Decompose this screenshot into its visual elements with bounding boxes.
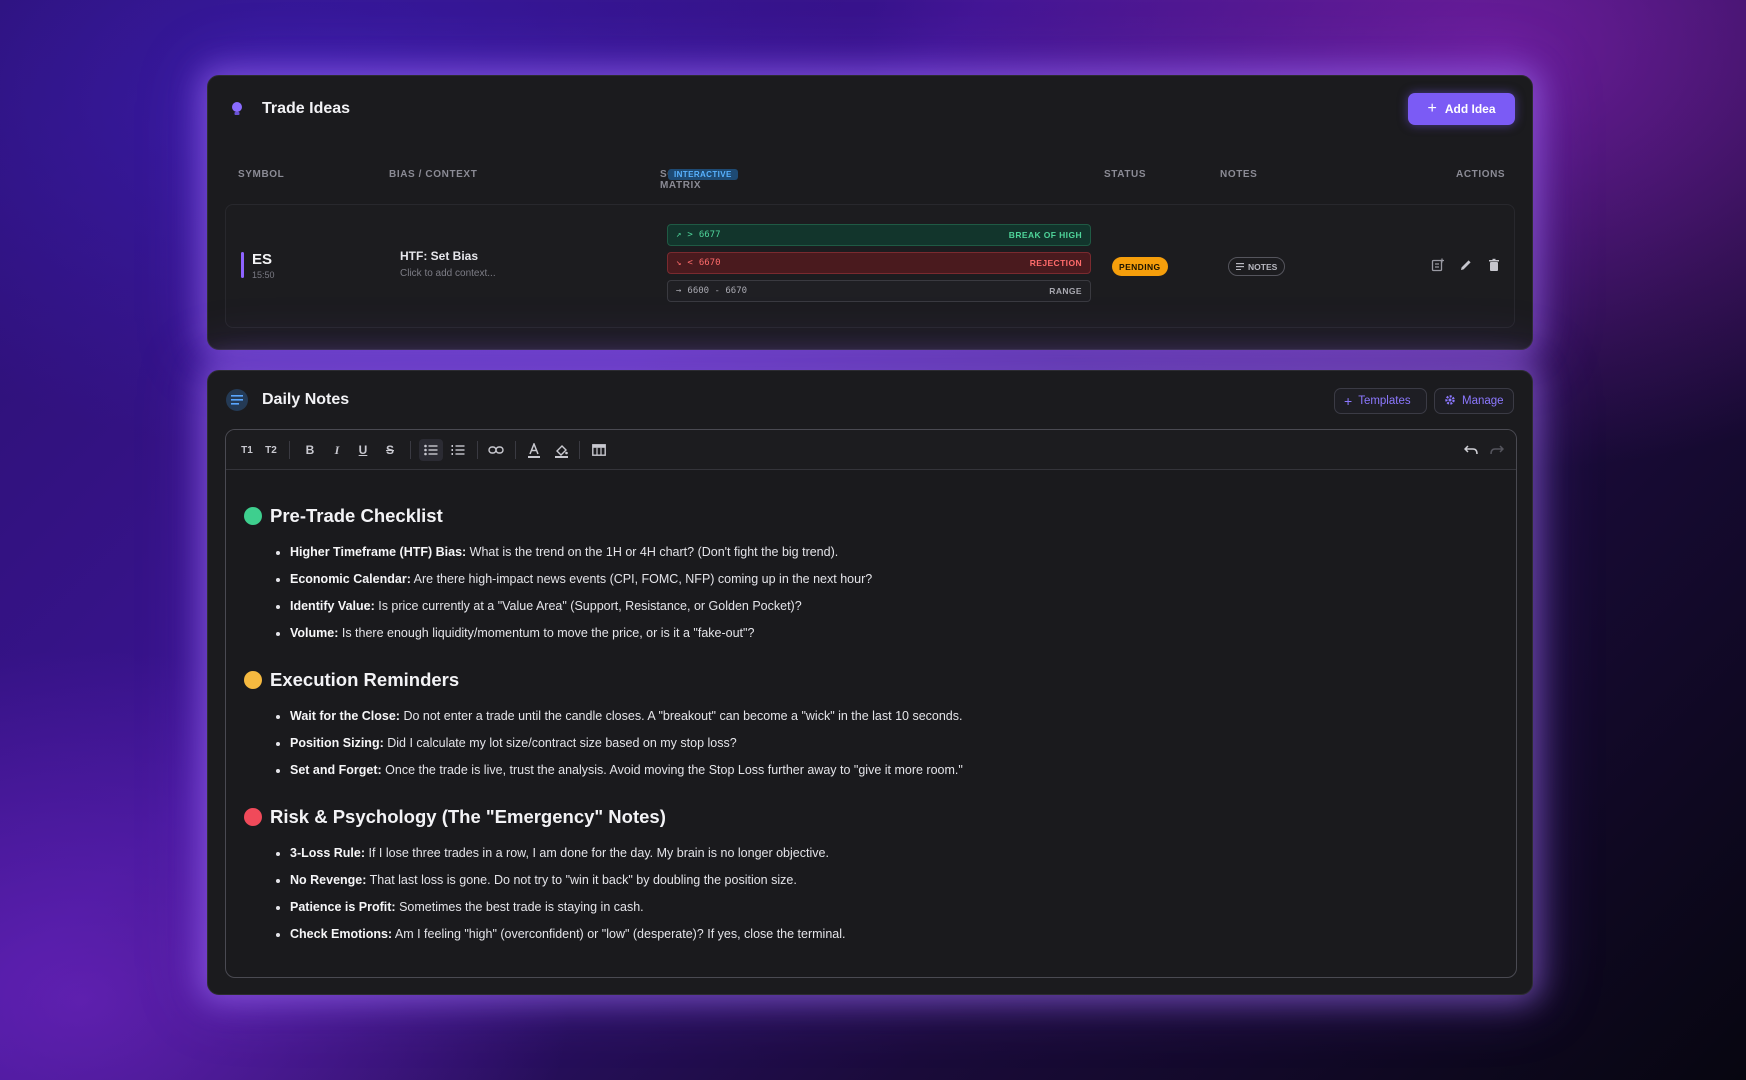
scenario-label: RANGE — [1049, 286, 1082, 296]
trade-ideas-panel: Trade Ideas + Add Idea SYMBOL BIAS / CON… — [207, 75, 1533, 350]
undo-icon[interactable] — [1460, 439, 1482, 461]
yellow-circle-icon — [244, 671, 262, 689]
notes-lines-icon — [1236, 262, 1244, 272]
status-badge[interactable]: PENDING — [1112, 257, 1168, 276]
bullet-list-icon[interactable] — [419, 439, 443, 461]
lightbulb-icon — [226, 98, 248, 120]
list-item: Volume: Is there enough liquidity/moment… — [290, 624, 872, 651]
trade-ideas-header: Trade Ideas — [226, 98, 350, 120]
scenario-value: 6600 - 6670 — [687, 286, 748, 296]
edit-pencil-icon[interactable] — [1459, 258, 1475, 274]
templates-button[interactable]: + Templates — [1334, 388, 1427, 414]
strikethrough-button[interactable]: S — [379, 439, 401, 461]
bias-title[interactable]: HTF: Set Bias — [400, 249, 478, 263]
section-heading: Risk & Psychology (The "Emergency" Notes… — [244, 806, 666, 828]
symbol-accent-bar — [241, 252, 244, 278]
toolbar-divider — [579, 441, 580, 459]
list-item: 3-Loss Rule: If I lose three trades in a… — [290, 844, 846, 871]
scenario-label: REJECTION — [1029, 258, 1082, 268]
section-heading-text: Risk & Psychology (The "Emergency" Notes… — [270, 806, 666, 827]
trade-ideas-title: Trade Ideas — [262, 100, 351, 117]
add-idea-button[interactable]: + Add Idea — [1408, 93, 1515, 125]
list-item: Set and Forget: Once the trade is live, … — [290, 761, 963, 788]
italic-button[interactable]: I — [326, 439, 348, 461]
rich-text-editor[interactable]: T1 T2 B I U S Pre-Trade Checklist • High… — [225, 429, 1517, 978]
col-actions: ACTIONS — [1456, 169, 1506, 180]
green-circle-icon — [244, 507, 262, 525]
daily-notes-header: Daily Notes — [226, 389, 349, 411]
section-heading: Execution Reminders — [244, 669, 459, 691]
editor-toolbar: T1 T2 B I U S — [226, 430, 1516, 470]
scenario-break-of-high[interactable]: ↗ > 6677 BREAK OF HIGH — [667, 224, 1091, 246]
trade-table-header: SYMBOL BIAS / CONTEXT SCENARIO MATRIXINT… — [208, 169, 1532, 191]
scenario-value: 6677 — [698, 230, 721, 240]
list-item: Higher Timeframe (HTF) Bias: What is the… — [290, 543, 872, 570]
bias-context-placeholder[interactable]: Click to add context... — [400, 268, 496, 279]
scenario-operator: > — [687, 230, 693, 240]
heading-2-button[interactable]: T2 — [260, 439, 282, 461]
list-item: Position Sizing: Did I calculate my lot … — [290, 734, 963, 761]
toolbar-divider — [515, 441, 516, 459]
col-notes: NOTES — [1220, 169, 1258, 180]
notes-button[interactable]: NOTES — [1228, 257, 1286, 276]
section-heading: Pre-Trade Checklist — [244, 505, 443, 527]
delete-trash-icon[interactable] — [1487, 258, 1503, 274]
arrow-right-icon: → — [676, 286, 682, 296]
list-item: Check Emotions: Am I feeling "high" (ove… — [290, 925, 846, 952]
add-idea-label: Add Idea — [1444, 102, 1496, 116]
table-icon[interactable] — [588, 439, 610, 461]
red-circle-icon — [244, 808, 262, 826]
section-heading-text: Execution Reminders — [270, 669, 460, 690]
col-bias: BIAS / CONTEXT — [389, 169, 478, 180]
add-note-icon[interactable] — [1431, 258, 1447, 274]
scenario-rejection[interactable]: ↘ < 6670 REJECTION — [667, 252, 1091, 274]
table-row[interactable]: ES 15:50 HTF: Set Bias Click to add cont… — [225, 204, 1515, 328]
plus-icon: + — [1344, 393, 1353, 409]
manage-button[interactable]: Manage — [1434, 388, 1514, 414]
toolbar-divider — [410, 441, 411, 459]
gear-icon — [1444, 394, 1456, 409]
list-item: Economic Calendar: Are there high-impact… — [290, 570, 872, 597]
col-status: STATUS — [1104, 169, 1147, 180]
daily-notes-panel: Daily Notes + Templates Manage T1 T2 B I… — [207, 370, 1533, 995]
trend-down-icon: ↘ — [676, 258, 682, 268]
list-item: Identify Value: Is price currently at a … — [290, 597, 872, 624]
templates-label: Templates — [1358, 395, 1411, 407]
plus-icon: + — [1427, 100, 1437, 117]
col-symbol: SYMBOL — [238, 169, 285, 180]
scenario-label: BREAK OF HIGH — [1008, 230, 1082, 240]
bullet-list: 3-Loss Rule: If I lose three trades in a… — [244, 844, 846, 952]
notes-label: NOTES — [1248, 261, 1278, 272]
toolbar-divider — [289, 441, 290, 459]
text-color-icon[interactable] — [523, 439, 545, 461]
numbered-list-icon[interactable] — [447, 439, 469, 461]
section-heading-text: Pre-Trade Checklist — [270, 505, 443, 526]
underline-button[interactable]: U — [352, 439, 374, 461]
scenario-operator: < — [687, 258, 693, 268]
bullet-list: Wait for the Close: Do not enter a trade… — [244, 707, 963, 788]
link-icon[interactable] — [485, 439, 507, 461]
notes-list-icon — [226, 389, 248, 411]
bold-button[interactable]: B — [299, 439, 321, 461]
toolbar-divider — [477, 441, 478, 459]
daily-notes-title: Daily Notes — [262, 391, 350, 408]
bullet-list: Higher Timeframe (HTF) Bias: What is the… — [244, 543, 872, 651]
list-item: Patience is Profit: Sometimes the best t… — [290, 898, 846, 925]
scenario-range[interactable]: → 6600 - 6670 RANGE — [667, 280, 1091, 302]
interactive-badge: INTERACTIVE — [668, 169, 738, 180]
scenario-value: 6670 — [698, 258, 721, 268]
highlight-color-icon[interactable] — [550, 439, 572, 461]
heading-1-button[interactable]: T1 — [236, 439, 258, 461]
manage-label: Manage — [1462, 395, 1504, 407]
redo-icon[interactable] — [1486, 439, 1508, 461]
symbol-name: ES — [252, 251, 273, 268]
symbol-time: 15:50 — [252, 270, 275, 280]
list-item: No Revenge: That last loss is gone. Do n… — [290, 871, 846, 898]
list-item: Wait for the Close: Do not enter a trade… — [290, 707, 963, 734]
trend-up-icon: ↗ — [676, 230, 682, 240]
